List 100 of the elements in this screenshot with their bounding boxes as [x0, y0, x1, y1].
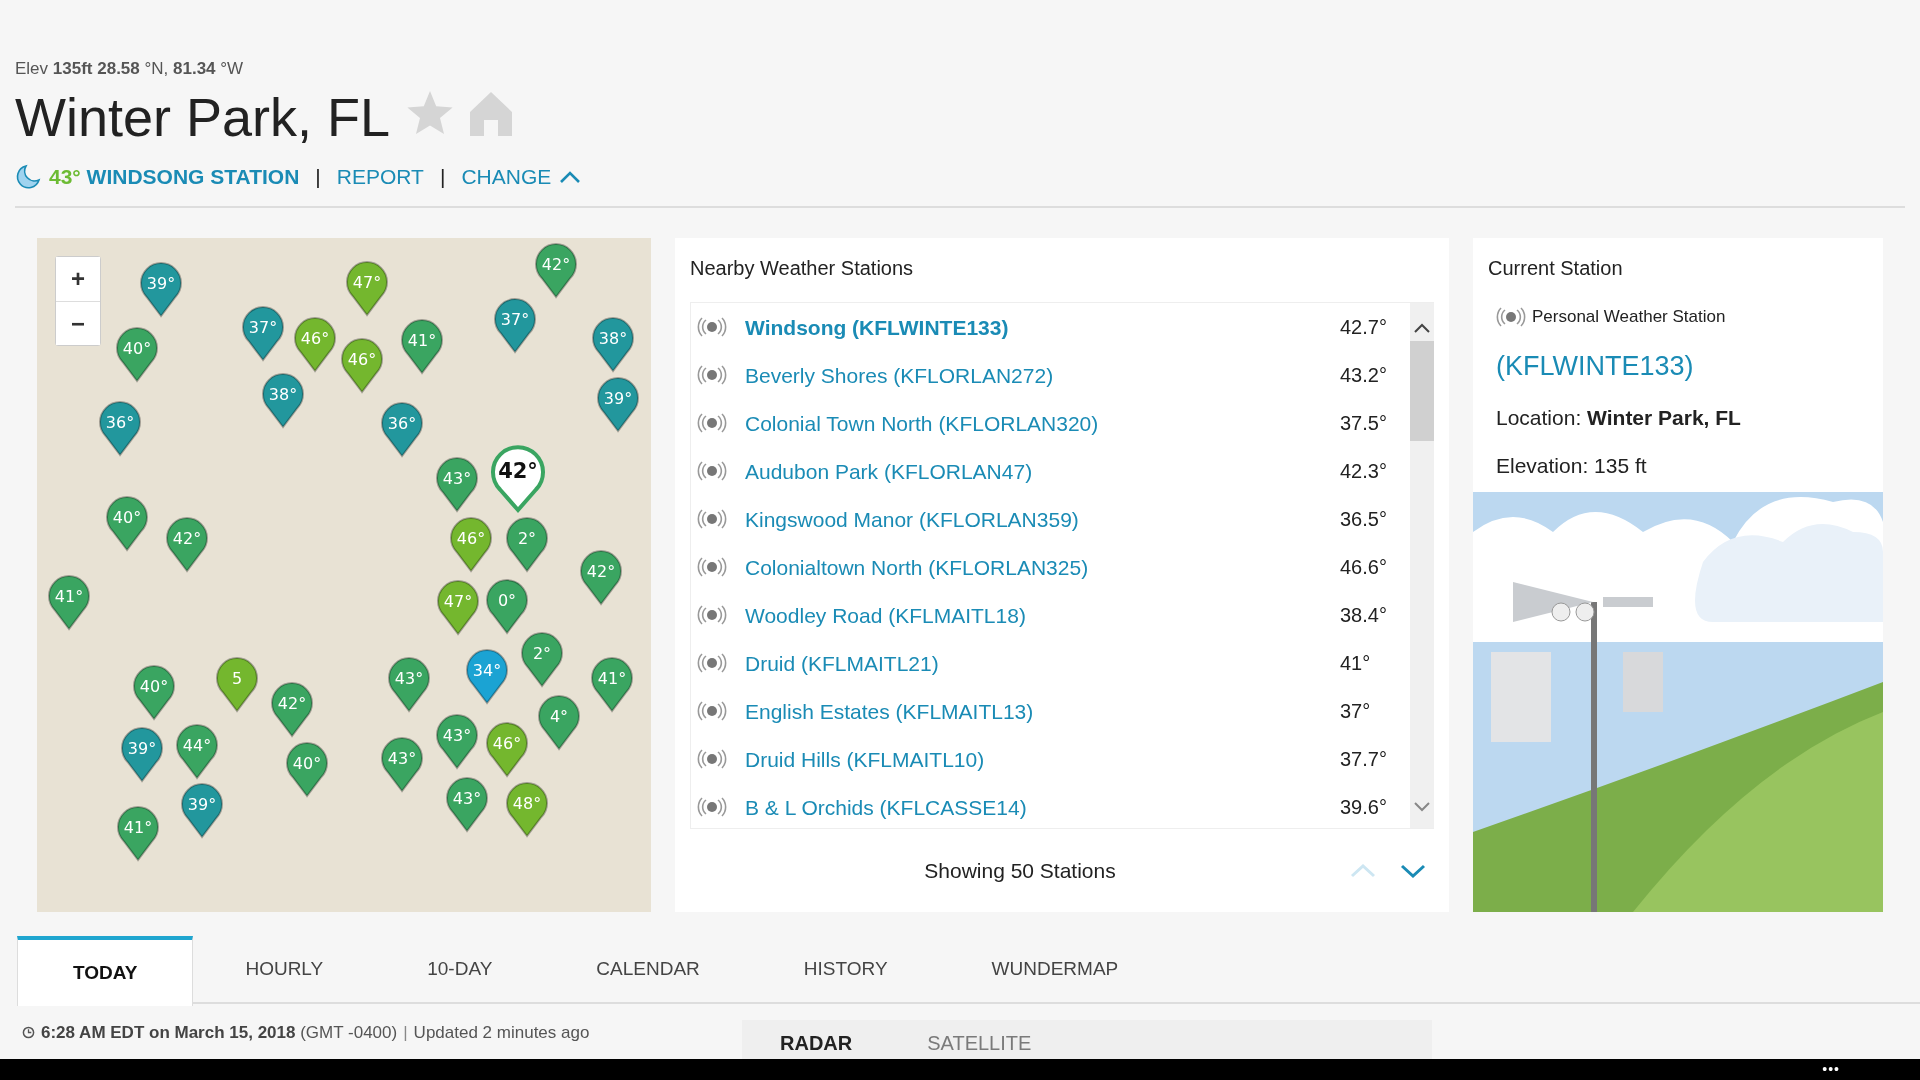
map-pin[interactable]: 41° — [400, 318, 444, 375]
broadcast-icon — [697, 749, 727, 770]
elevation-coordinates: Elev 135ft 28.58 °N, 81.34 °W — [15, 58, 245, 80]
temperature-text: 37° — [1340, 699, 1372, 725]
station-id-link[interactable]: (KFLWINTE133) — [1496, 345, 1694, 387]
temperature-text: 38.4° — [1340, 603, 1388, 629]
station-link[interactable]: Woodley Road (KFLMAITL18) — [745, 599, 1340, 632]
map-pin[interactable]: 41° — [116, 805, 160, 862]
home-icon[interactable] — [470, 92, 513, 137]
temperature-text: 37.5° — [1340, 411, 1388, 437]
scroll-up-icon[interactable] — [1414, 323, 1430, 334]
current-station-link[interactable]: 43° WINDSONG STATION — [49, 160, 300, 193]
more-menu[interactable]: ••• — [1822, 1059, 1920, 1080]
map-pin[interactable]: 43° — [387, 656, 431, 713]
station-type: Personal Weather Station — [1532, 306, 1726, 329]
map-pin[interactable]: 42° — [165, 516, 209, 573]
station-link[interactable]: Colonial Town North (KFLORLAN320) — [745, 407, 1340, 440]
tab[interactable]: RADAR — [780, 1030, 853, 1056]
page-title: Winter Park, FL — [15, 87, 391, 147]
chevron-down-icon[interactable] — [1400, 863, 1426, 878]
map-pin[interactable]: 2° — [505, 516, 549, 573]
selected-map-pin[interactable]: 42° — [491, 445, 545, 512]
map-pin[interactable]: 43° — [380, 736, 424, 793]
zoom-out-button[interactable]: − — [56, 301, 100, 346]
map-pin[interactable]: 38° — [261, 372, 305, 429]
tab[interactable]: 10-DAY — [375, 936, 545, 1002]
station-link[interactable]: English Estates (KFLMAITL13) — [745, 695, 1340, 728]
tab[interactable]: WUNDERMAP — [939, 936, 1171, 1002]
map-pin[interactable]: 40° — [115, 326, 159, 383]
map-pin[interactable]: 47° — [436, 579, 480, 636]
map-pin[interactable]: 43° — [445, 776, 489, 833]
broadcast-icon — [697, 317, 727, 338]
map-pin[interactable]: 48° — [505, 781, 549, 838]
station-link[interactable]: Druid (KFLMAITL21) — [745, 647, 1340, 680]
station-link[interactable]: Druid Hills (KFLMAITL10) — [745, 743, 1340, 776]
map-pin[interactable]: 46° — [340, 337, 384, 394]
map-pin[interactable]: 37° — [241, 305, 285, 362]
map-pin[interactable]: 0° — [485, 578, 529, 635]
broadcast-icon — [697, 797, 727, 818]
map-pin[interactable]: 46° — [293, 316, 337, 373]
temperature-text: 42.3° — [1340, 459, 1388, 485]
station-link[interactable]: Kingswood Manor (KFLORLAN359) — [745, 503, 1340, 536]
location-text: Location: Winter Park, FL — [1496, 405, 1742, 432]
map-pin[interactable]: 42° — [579, 549, 623, 606]
map-pin[interactable]: 41° — [47, 574, 91, 631]
map-pin[interactable]: 38° — [591, 316, 635, 373]
station-link[interactable]: Audubon Park (KFLORLAN47) — [745, 455, 1340, 488]
station-link[interactable]: B & L Orchids (KFLCASSE14) — [745, 791, 1340, 824]
temperature-text: 37.7° — [1340, 747, 1388, 773]
map-pin[interactable]: 47° — [345, 260, 389, 317]
map-pin[interactable]: 39° — [139, 261, 183, 318]
station-count: Showing 50 Stations — [924, 859, 1116, 882]
separator-text: | — [315, 163, 321, 190]
scrollbar[interactable] — [1410, 303, 1434, 829]
map-pin[interactable]: 42° — [270, 681, 314, 738]
separator-text: | — [439, 163, 446, 190]
map-pin[interactable]: 46° — [449, 516, 493, 573]
tab[interactable]: CALENDAR — [544, 936, 752, 1002]
map-pin[interactable]: 39° — [120, 726, 164, 783]
map-pin[interactable]: 2° — [520, 631, 564, 688]
temperature-text: 42.7° — [1340, 315, 1388, 341]
map-pin[interactable]: 40° — [132, 664, 176, 721]
elevation-text: Elevation: 135 ft — [1496, 452, 1648, 479]
updated-text: Updated 2 minutes ago — [413, 1022, 590, 1044]
tab[interactable]: SATELLITE — [927, 1030, 1032, 1056]
broadcast-icon — [697, 605, 727, 626]
tab[interactable]: HOURLY — [193, 936, 376, 1002]
tab[interactable]: HISTORY — [751, 936, 940, 1002]
map-pin[interactable]: 39° — [180, 782, 224, 839]
scrollbar-thumb[interactable] — [1410, 341, 1434, 442]
station-link[interactable]: Windsong (KFLWINTE133) — [745, 311, 1340, 344]
map-pin[interactable]: 44° — [175, 723, 219, 780]
panel-title: Nearby Weather Stations — [690, 256, 915, 281]
scroll-down-icon[interactable] — [1414, 802, 1430, 813]
map-pin[interactable]: 39° — [596, 376, 640, 433]
map-pin[interactable]: 43° — [435, 456, 479, 513]
map-pin[interactable]: 36° — [98, 400, 142, 457]
tab[interactable]: TODAY — [17, 936, 194, 1006]
map-placeholder[interactable]: + − 39° 47° 42° 40° 37° 46° 46° 41° 37° 38° 36° 38° 36° 39° 43° 42° 40° 42° 46° 2° 41° 47° 0° 42° 40° 5 43° 34° 2° 41° 39° 44° 42° 40° 43° 43° 46° 4° 41° 39° 43° 48° — [37, 238, 651, 913]
temperature-text: 43.2° — [1340, 363, 1388, 389]
panel-title: Current Station — [1488, 256, 1624, 281]
map-pin[interactable]: 42° — [534, 242, 578, 299]
map-pin[interactable]: 40° — [105, 495, 149, 552]
report-link[interactable]: REPORT — [336, 160, 424, 193]
broadcast-icon — [697, 653, 727, 674]
station-link[interactable]: Beverly Shores (KFLORLAN272) — [745, 359, 1340, 392]
map-pin[interactable]: 37° — [493, 297, 537, 354]
station-link[interactable]: Colonialtown North (KFLORLAN325) — [745, 551, 1340, 584]
map-pin[interactable]: 43° — [435, 713, 479, 770]
change-link[interactable]: CHANGE — [461, 160, 582, 193]
map-pin[interactable]: 41° — [590, 656, 634, 713]
map-pin[interactable]: 46° — [485, 721, 529, 778]
map-pin[interactable]: 4° — [537, 694, 581, 751]
clock-icon — [22, 1026, 35, 1040]
separator-text: | — [403, 1022, 408, 1044]
map-pin[interactable]: 40° — [285, 741, 329, 798]
map-pin[interactable]: 36° — [380, 401, 424, 458]
map-pin[interactable]: 34° — [465, 648, 509, 705]
broadcast-icon — [1496, 307, 1526, 328]
map-pin[interactable]: 5 — [215, 656, 259, 713]
